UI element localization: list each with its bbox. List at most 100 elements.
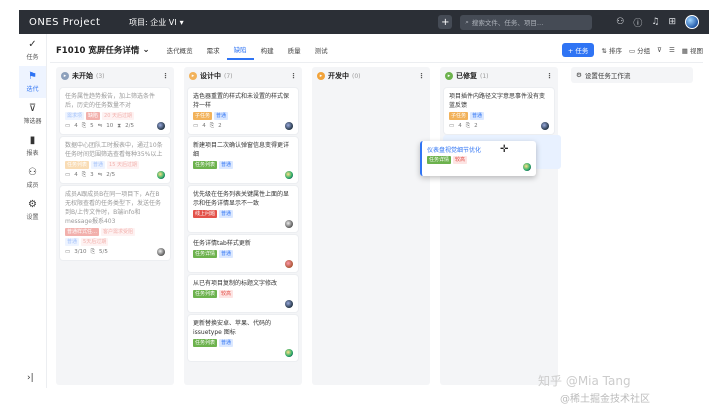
attachment-icon: ⎘ xyxy=(81,171,87,178)
tag-badge: 较高 xyxy=(219,290,234,298)
sidebar-item-settings[interactable]: ⚙ 设置 xyxy=(19,194,46,226)
tab-4[interactable]: 质量 xyxy=(281,40,308,60)
card-meta xyxy=(193,349,293,357)
tag-badge: 子任务 xyxy=(449,112,469,120)
card-meta: ▭ 4 ⎘ 2 xyxy=(449,122,549,130)
chevron-down-icon: ⌄ xyxy=(142,45,150,55)
project-switcher[interactable]: 项目: 企业 VI ▾ xyxy=(129,17,184,28)
help-icon[interactable]: ⓘ xyxy=(633,16,642,29)
search-placeholder: 搜索文件、任务、项目… xyxy=(471,19,544,27)
collapse-sidebar-icon[interactable]: ›| xyxy=(27,373,34,383)
apps-icon[interactable]: ⊞ xyxy=(668,17,676,27)
group-label: 分组 xyxy=(637,47,651,55)
task-card[interactable]: 从已有项目复制的标题文字修改 任务列表 较高 xyxy=(188,275,298,312)
task-card[interactable]: 新建项目二次确认弹窗信息变得更详细 任务列表 普通 xyxy=(188,137,298,183)
meta-value: 4 xyxy=(202,123,206,129)
attachment-icon: ⎘ xyxy=(465,122,471,129)
more-icon[interactable]: ⋮ xyxy=(162,72,169,80)
column-title: 开发中 xyxy=(328,72,349,80)
status-dot-icon: ▸ xyxy=(317,72,325,80)
sidebar-item-filter[interactable]: ⊽ 筛选器 xyxy=(19,98,46,130)
page-title[interactable]: F1010 宽屏任务详情 ⌄ xyxy=(56,44,150,56)
add-member-icon[interactable]: ⚇ xyxy=(616,17,624,27)
assignee-avatar xyxy=(157,171,165,179)
search-icon: ⌕ xyxy=(465,17,469,26)
column-count: (7) xyxy=(224,72,233,80)
comment-icon: ▭ xyxy=(65,123,71,129)
board-column: ▸ 已修复 (1) ⋮ 项目插件内路径文字意思事件没有变蓝反馈 子任务 普通 ▭ 4 ⎘ 2 xyxy=(440,67,558,385)
card-tags: 线上问题 普通 xyxy=(193,210,293,218)
tag-badge: 15 天后过期 xyxy=(107,161,139,169)
card-tags: 需求项 缺陷 20 天后过期 xyxy=(65,112,165,120)
page-header: F1010 宽屏任务详情 ⌄ 迭代概览 需求 缺陷 构建 质量 测试 + 任务 ⇅ 排序 ▭… xyxy=(56,40,703,60)
sidebar-item-tasks[interactable]: ✓ 任务 xyxy=(19,34,46,66)
more-icon[interactable]: ⋮ xyxy=(418,72,425,80)
members-icon: ⚇ xyxy=(28,167,37,178)
card-tags: 子任务 普通 xyxy=(449,112,549,120)
sidebar-item-members[interactable]: ⚇ 成员 xyxy=(19,162,46,194)
sidebar-item-iteration[interactable]: ⚑ 迭代 xyxy=(19,66,46,98)
tab-5[interactable]: 测试 xyxy=(308,40,335,60)
assignee-avatar xyxy=(541,122,549,130)
tag-badge: 线上问题 xyxy=(193,210,218,218)
tag-badge: 5天后过期 xyxy=(81,238,109,246)
column-title: 未开始 xyxy=(72,72,93,80)
app-logo[interactable]: ONES Project xyxy=(29,17,129,28)
meta-value: 4 xyxy=(74,172,78,178)
tag-badge: 子任务 xyxy=(193,112,213,120)
sidebar-item-report[interactable]: ▮ 报表 xyxy=(19,130,46,162)
task-card[interactable]: 选色器重置的样式和未设置的样式保持一样 子任务 普通 ▭ 4 ⎘ 2 xyxy=(188,88,298,134)
tag-badge: 普通 xyxy=(91,161,106,169)
move-cursor-icon: ✛ xyxy=(500,144,509,155)
attachment-icon: ⎘ xyxy=(209,122,215,129)
assignee-avatar xyxy=(285,300,293,308)
board-column: ▸ 开发中 (0) ⋮ xyxy=(312,67,430,385)
chart-icon: ▮ xyxy=(29,135,36,146)
task-card[interactable]: 任务属性趋势报告，加上筛选条件后，历史的任务数量不对 需求项 缺陷 20 天后过期 ▭ 4… xyxy=(60,88,170,134)
notification-icon[interactable]: ♫ xyxy=(651,17,659,27)
view-icon: ▦ xyxy=(681,47,688,55)
tag-badge: 普通样式任… xyxy=(65,228,100,236)
assignee-avatar xyxy=(285,220,293,228)
comment-icon: ▭ xyxy=(449,123,455,129)
column-header: ▸ 设计中 (7) ⋮ xyxy=(184,67,302,85)
tag-badge: 普通 xyxy=(470,112,485,120)
more-icon[interactable]: ⋮ xyxy=(290,72,297,80)
view-button[interactable]: ▦ 视图 xyxy=(682,45,703,55)
add-task-button[interactable]: + 任务 xyxy=(561,43,595,57)
tab-0[interactable]: 迭代概览 xyxy=(160,40,200,60)
global-search-input[interactable]: ⌕ 搜索文件、任务、项目… xyxy=(460,14,593,30)
subtask-icon: ⇋ xyxy=(97,123,103,129)
sort-button[interactable]: ⇅ 排序 xyxy=(601,45,622,55)
sidebar-item-label: 迭代 xyxy=(26,86,39,93)
card-title: 更新替换安卓、苹果、代码的issuetype 图标 xyxy=(193,320,272,336)
task-card[interactable]: 更新替换安卓、苹果、代码的issuetype 图标任务列表 普通 xyxy=(188,315,298,361)
tab-3[interactable]: 构建 xyxy=(254,40,281,60)
card-tags: 任务列表 普通 xyxy=(193,339,293,347)
set-workflow-button[interactable]: ⚙ 设置任务工作流 xyxy=(571,67,693,83)
add-icon[interactable]: + xyxy=(438,15,453,29)
task-card[interactable]: 项目插件内路径文字意思事件没有变蓝反馈 子任务 普通 ▭ 4 ⎘ 2 xyxy=(444,88,554,134)
meta-value: 4 xyxy=(74,123,78,129)
view-label: 视图 xyxy=(690,47,703,55)
tag-badge: 任务列表 xyxy=(193,290,218,298)
list-icon[interactable]: ☰ xyxy=(669,46,675,54)
tab-2[interactable]: 缺陷 xyxy=(226,40,254,60)
dragging-task-card[interactable]: 仪表盘视觉细节优化 任务详情 较高 ✛ xyxy=(420,141,536,176)
tag-badge: 普通 xyxy=(219,161,234,169)
task-card[interactable]: 数据中心团队工时报表中，通过10条任务时间范围筛选查看每种35%以上 任务列表 普通… xyxy=(60,137,170,183)
more-icon[interactable]: ⋮ xyxy=(546,72,553,80)
group-button[interactable]: ▭ 分组 xyxy=(629,45,650,55)
set-workflow-label: 设置任务工作流 xyxy=(584,72,631,80)
card-tags: 任务列表 普通 xyxy=(193,161,293,169)
board-column: ▸ 设计中 (7) ⋮ 选色器重置的样式和未设置的样式保持一样 子任务 普通 ▭ 4 ⎘ 2 新建项目… xyxy=(184,67,302,385)
task-card[interactable]: 优先级在任务列表关键属性上面的显示和任务详情显示不一致 线上问题 普通 xyxy=(188,186,298,232)
task-card[interactable]: 成员A跟成员B在同一项目下，A在B无权限查看的任务类型下，发送任务到B/上传文件… xyxy=(60,186,170,260)
user-avatar[interactable] xyxy=(685,15,699,29)
tab-1[interactable]: 需求 xyxy=(200,40,227,60)
tab-bar: 迭代概览 需求 缺陷 构建 质量 测试 xyxy=(160,40,335,60)
card-meta: ▭ 4 ⎘ 3 ⇋ 2/5 xyxy=(65,171,165,179)
task-card[interactable]: 任务详情tab样式更新 任务详情 普通 xyxy=(188,235,298,272)
filter-icon[interactable]: ⊽ xyxy=(657,46,662,54)
progress-icon: ⧗ xyxy=(117,122,122,129)
